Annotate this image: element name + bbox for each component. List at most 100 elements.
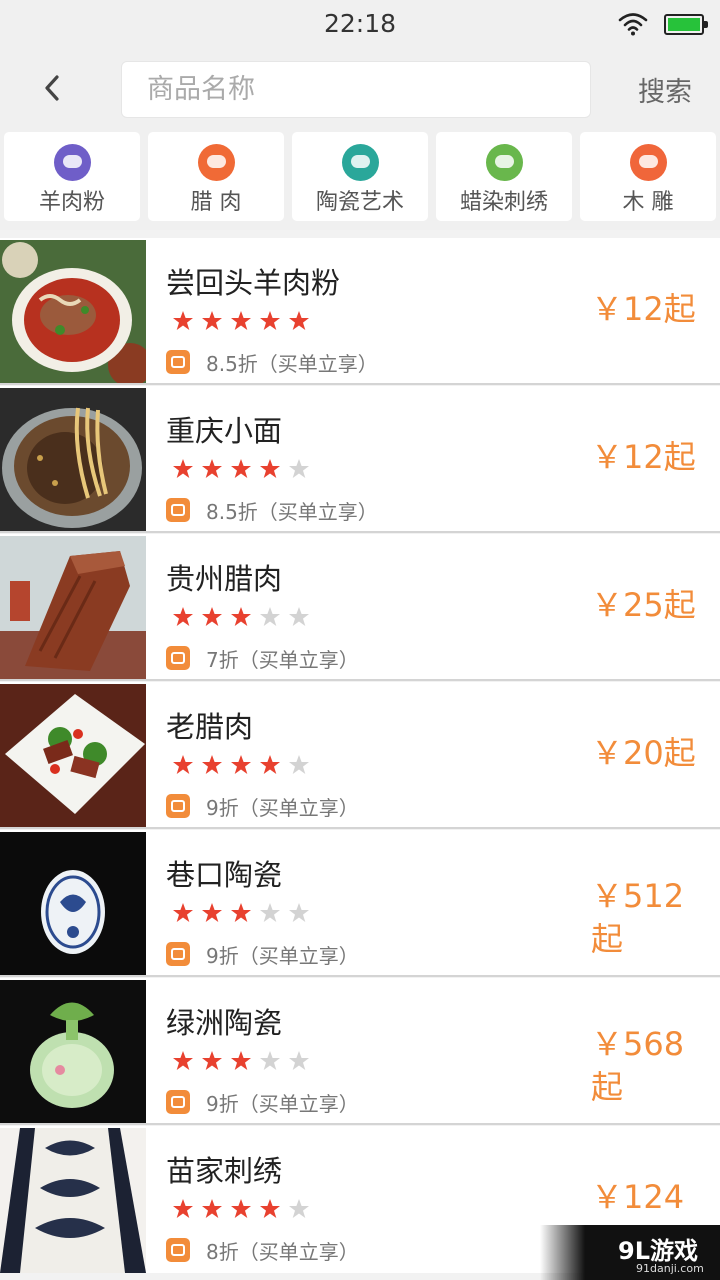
star-filled-icon — [231, 459, 251, 478]
star-filled-icon — [202, 755, 222, 774]
watermark: 9L游戏 91danji.com — [540, 1225, 720, 1280]
price: ￥124 — [591, 1178, 685, 1216]
star-filled-icon — [289, 311, 309, 330]
discount-icon — [166, 350, 190, 374]
price: ￥12起 — [591, 290, 696, 328]
star-filled-icon — [173, 607, 193, 626]
discount-text: 8折（买单立享） — [206, 1240, 359, 1264]
divider — [0, 975, 720, 977]
star-filled-icon — [202, 311, 222, 330]
product-item[interactable]: 老腊肉 9折（买单立享） ￥20起 — [0, 682, 720, 829]
discount-text: 8.5折（买单立享） — [206, 500, 378, 524]
product-name: 巷口陶瓷 — [166, 858, 283, 892]
search-bar: 搜索 — [0, 50, 720, 128]
category-ceramic-art[interactable]: 陶瓷艺术 — [292, 132, 428, 221]
star-filled-icon — [202, 607, 222, 626]
discount-icon — [166, 1238, 190, 1262]
category-embroidery[interactable]: 蜡染刺绣 — [436, 132, 572, 221]
price: ￥512起 — [591, 877, 685, 958]
discount-icon — [166, 646, 190, 670]
category-bar: 羊肉粉 腊 肉 陶瓷艺术 蜡染刺绣 木 雕 — [0, 128, 720, 230]
divider — [0, 531, 720, 533]
product-item[interactable]: 贵州腊肉 7折（买单立享） ￥25起 — [0, 534, 720, 681]
star-filled-icon — [260, 311, 280, 330]
star-empty-icon — [289, 1051, 309, 1070]
product-name: 重庆小面 — [166, 414, 283, 448]
category-label: 蜡染刺绣 — [459, 190, 548, 215]
chevron-left-icon — [45, 75, 59, 101]
discount-icon — [166, 498, 190, 522]
wood-carving-icon — [630, 144, 667, 181]
star-filled-icon — [231, 311, 251, 330]
star-filled-icon — [231, 903, 251, 922]
star-filled-icon — [202, 1199, 222, 1218]
product-item[interactable]: 尝回头羊肉粉 8.5折（买单立享） ￥12起 — [0, 238, 720, 385]
search-input[interactable] — [121, 61, 591, 118]
search-button[interactable]: 搜索 — [620, 70, 710, 110]
discount-text: 9折（买单立享） — [206, 1092, 359, 1116]
star-filled-icon — [260, 1199, 280, 1218]
cured-pork-photo — [0, 536, 146, 681]
star-filled-icon — [260, 755, 280, 774]
star-empty-icon — [289, 607, 309, 626]
status-bar: 22:18 — [0, 0, 720, 50]
back-button[interactable] — [30, 66, 74, 110]
star-filled-icon — [173, 755, 193, 774]
discount-icon — [166, 1090, 190, 1114]
price: ￥20起 — [591, 734, 696, 772]
price: ￥25起 — [591, 586, 696, 624]
star-empty-icon — [289, 903, 309, 922]
star-filled-icon — [173, 311, 193, 330]
star-filled-icon — [231, 607, 251, 626]
product-name: 绿洲陶瓷 — [166, 1006, 283, 1040]
star-filled-icon — [231, 755, 251, 774]
product-name: 贵州腊肉 — [166, 562, 283, 596]
product-item[interactable]: 巷口陶瓷 9折（买单立享） ￥512起 — [0, 830, 720, 977]
category-cured-meat[interactable]: 腊 肉 — [148, 132, 284, 221]
ceramic-bowl-icon — [342, 144, 379, 181]
noodle-bowl-icon — [54, 144, 91, 181]
discount-text: 9折（买单立享） — [206, 944, 359, 968]
product-item[interactable]: 绿洲陶瓷 9折（买单立享） ￥568起 — [0, 978, 720, 1125]
category-label: 木 雕 — [622, 190, 674, 215]
status-time: 22:18 — [323, 9, 397, 38]
star-empty-icon — [260, 607, 280, 626]
star-empty-icon — [260, 1051, 280, 1070]
cured-pork-dish-photo — [0, 684, 146, 829]
star-empty-icon — [289, 755, 309, 774]
discount-text: 9折（买单立享） — [206, 796, 359, 820]
price: ￥568起 — [591, 1025, 685, 1106]
blue-white-plate-photo — [0, 832, 146, 977]
embroidery-icon — [486, 144, 523, 181]
category-mutton-noodle[interactable]: 羊肉粉 — [4, 132, 140, 221]
star-filled-icon — [231, 1199, 251, 1218]
star-filled-icon — [260, 459, 280, 478]
discount-text: 7折（买单立享） — [206, 648, 359, 672]
price: ￥12起 — [591, 438, 696, 476]
star-filled-icon — [173, 1051, 193, 1070]
embroidery-cloth-photo — [0, 1128, 146, 1273]
green-vase-photo — [0, 980, 146, 1125]
wifi-icon — [618, 13, 648, 36]
category-label: 陶瓷艺术 — [315, 190, 404, 215]
star-empty-icon — [260, 903, 280, 922]
chongqing-noodle-photo — [0, 388, 146, 533]
product-name: 苗家刺绣 — [166, 1154, 283, 1188]
category-label: 羊肉粉 — [38, 190, 105, 215]
star-filled-icon — [173, 1199, 193, 1218]
star-empty-icon — [289, 1199, 309, 1218]
star-filled-icon — [173, 903, 193, 922]
divider — [0, 827, 720, 829]
battery-icon — [664, 14, 708, 35]
star-empty-icon — [289, 459, 309, 478]
discount-icon — [166, 794, 190, 818]
product-name: 尝回头羊肉粉 — [166, 266, 341, 300]
product-item[interactable]: 重庆小面 8.5折（买单立享） ￥12起 — [0, 386, 720, 533]
star-filled-icon — [173, 459, 193, 478]
mutton-noodle-photo — [0, 240, 146, 385]
star-filled-icon — [231, 1051, 251, 1070]
star-filled-icon — [202, 459, 222, 478]
category-wood-carving[interactable]: 木 雕 — [580, 132, 716, 221]
product-name: 老腊肉 — [166, 710, 254, 744]
discount-icon — [166, 942, 190, 966]
